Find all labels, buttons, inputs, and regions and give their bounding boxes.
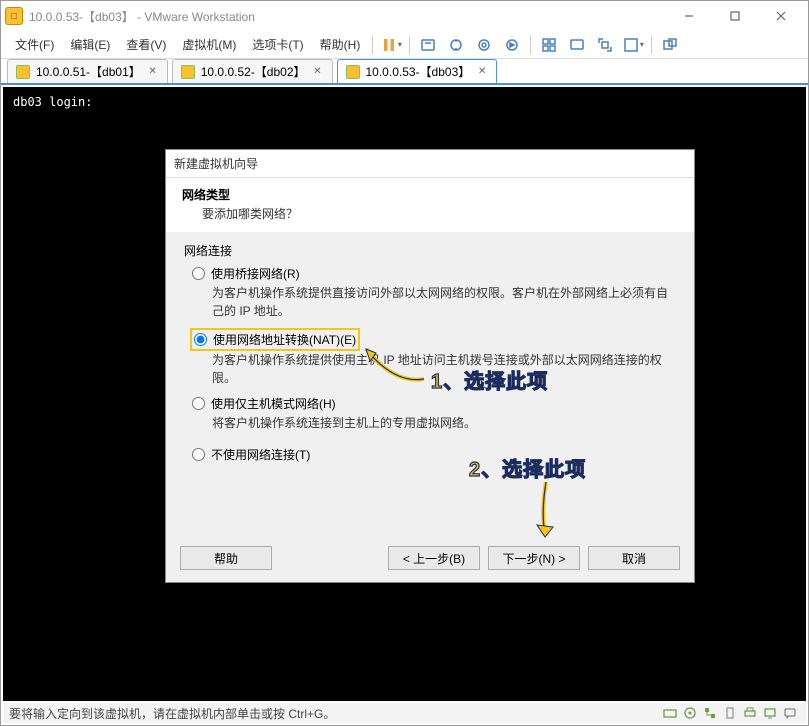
revert-icon[interactable] <box>499 33 525 57</box>
network-icon[interactable] <box>702 705 718 721</box>
menu-edit[interactable]: 编辑(E) <box>62 32 118 57</box>
titlebar: 10.0.0.53-【db03】 - VMware Workstation <box>1 1 808 31</box>
option-bridged[interactable]: 使用桥接网络(R) <box>192 265 676 282</box>
menu-vm[interactable]: 虚拟机(M) <box>174 32 244 57</box>
vm-icon <box>16 65 30 79</box>
vm-icon <box>346 65 360 79</box>
annotation-2: 2、选择此项 <box>469 453 586 482</box>
disk-icon[interactable] <box>662 705 678 721</box>
close-icon[interactable]: ✕ <box>476 66 488 78</box>
separator <box>651 36 652 54</box>
menu-view[interactable]: 查看(V) <box>118 32 174 57</box>
message-icon[interactable] <box>782 705 798 721</box>
separator <box>372 36 373 54</box>
option-nat[interactable]: 使用网络地址转换(NAT)(E) <box>194 331 356 348</box>
menu-help[interactable]: 帮助(H) <box>312 32 369 57</box>
dialog-subheading: 要添加哪类网络？ <box>182 205 678 222</box>
statusbar: 要将输入定向到该虚拟机，请在虚拟机内部单击或按 Ctrl+G。 <box>3 703 806 723</box>
app-icon <box>5 7 23 25</box>
separator <box>530 36 531 54</box>
tab-db03[interactable]: 10.0.0.53-【db03】 ✕ <box>337 59 498 83</box>
option-bridged-desc: 为客户机操作系统提供直接访问外部以太网网络的权限。客户机在外部网络上必须有自己的… <box>212 284 676 320</box>
close-icon[interactable]: ✕ <box>147 66 159 78</box>
option-none[interactable]: 不使用网络连接(T) <box>192 446 676 463</box>
radio-hostonly[interactable] <box>192 397 205 410</box>
status-hint: 要将输入定向到该虚拟机，请在虚拟机内部单击或按 Ctrl+G。 <box>9 705 335 722</box>
dialog-title: 新建虚拟机向导 <box>166 150 694 178</box>
radio-nat[interactable] <box>194 333 207 346</box>
option-hostonly-desc: 将客户机操作系统连接到主机上的专用虚拟网络。 <box>212 414 676 432</box>
back-button[interactable]: < 上一步(B) <box>388 546 480 570</box>
option-hostonly[interactable]: 使用仅主机模式网络(H) <box>192 395 676 412</box>
dialog-heading: 网络类型 <box>182 186 678 203</box>
maximize-button[interactable] <box>712 1 758 31</box>
stretch-icon[interactable] <box>592 33 618 57</box>
window-title: 10.0.0.53-【db03】 - VMware Workstation <box>29 8 666 25</box>
next-button[interactable]: 下一步(N) > <box>488 546 580 570</box>
tab-db01[interactable]: 10.0.0.51-【db01】 ✕ <box>7 59 168 83</box>
close-button[interactable] <box>758 1 804 31</box>
option-none-label: 不使用网络连接(T) <box>211 446 310 463</box>
console-icon[interactable] <box>564 33 590 57</box>
dialog-footer: 帮助 < 上一步(B) 下一步(N) > 取消 <box>166 534 694 582</box>
cd-icon[interactable] <box>682 705 698 721</box>
cancel-button[interactable]: 取消 <box>588 546 680 570</box>
thumbnail-icon[interactable] <box>536 33 562 57</box>
terminal-prompt: db03 login: <box>13 95 92 109</box>
annotation-1: 1、选择此项 <box>431 365 548 394</box>
pause-icon[interactable]: ▾ <box>378 33 404 57</box>
unity-icon[interactable] <box>657 33 683 57</box>
snapshot-icon[interactable] <box>443 33 469 57</box>
fullscreen-icon[interactable]: ▾ <box>620 33 646 57</box>
highlight-nat-option: 使用网络地址转换(NAT)(E) <box>190 328 360 351</box>
option-bridged-label: 使用桥接网络(R) <box>211 265 300 282</box>
snapshot-manager-icon[interactable] <box>471 33 497 57</box>
radio-bridged[interactable] <box>192 267 205 280</box>
tab-label: 10.0.0.52-【db02】 <box>201 63 306 80</box>
menubar: 文件(F) 编辑(E) 查看(V) 虚拟机(M) 选项卡(T) 帮助(H) ▾ … <box>1 31 808 59</box>
menu-tabs[interactable]: 选项卡(T) <box>244 32 311 57</box>
close-icon[interactable]: ✕ <box>312 66 324 78</box>
menu-file[interactable]: 文件(F) <box>7 32 62 57</box>
dialog-header: 网络类型 要添加哪类网络？ <box>166 178 694 232</box>
separator <box>409 36 410 54</box>
annotation-arrow-1 <box>354 339 434 389</box>
help-button[interactable]: 帮助 <box>180 546 272 570</box>
option-nat-label: 使用网络地址转换(NAT)(E) <box>213 331 356 348</box>
minimize-button[interactable] <box>666 1 712 31</box>
tab-label: 10.0.0.53-【db03】 <box>366 63 471 80</box>
tab-db02[interactable]: 10.0.0.52-【db02】 ✕ <box>172 59 333 83</box>
printer-icon[interactable] <box>742 705 758 721</box>
vm-icon <box>181 65 195 79</box>
group-network-label: 网络连接 <box>184 242 676 259</box>
display-icon[interactable] <box>762 705 778 721</box>
annotation-arrow-2 <box>521 477 571 549</box>
radio-none[interactable] <box>192 448 205 461</box>
send-ctrl-alt-del-icon[interactable] <box>415 33 441 57</box>
tabbar: 10.0.0.51-【db01】 ✕ 10.0.0.52-【db02】 ✕ 10… <box>1 59 808 85</box>
usb-icon[interactable] <box>722 705 738 721</box>
option-hostonly-label: 使用仅主机模式网络(H) <box>211 395 336 412</box>
tab-label: 10.0.0.51-【db01】 <box>36 63 141 80</box>
